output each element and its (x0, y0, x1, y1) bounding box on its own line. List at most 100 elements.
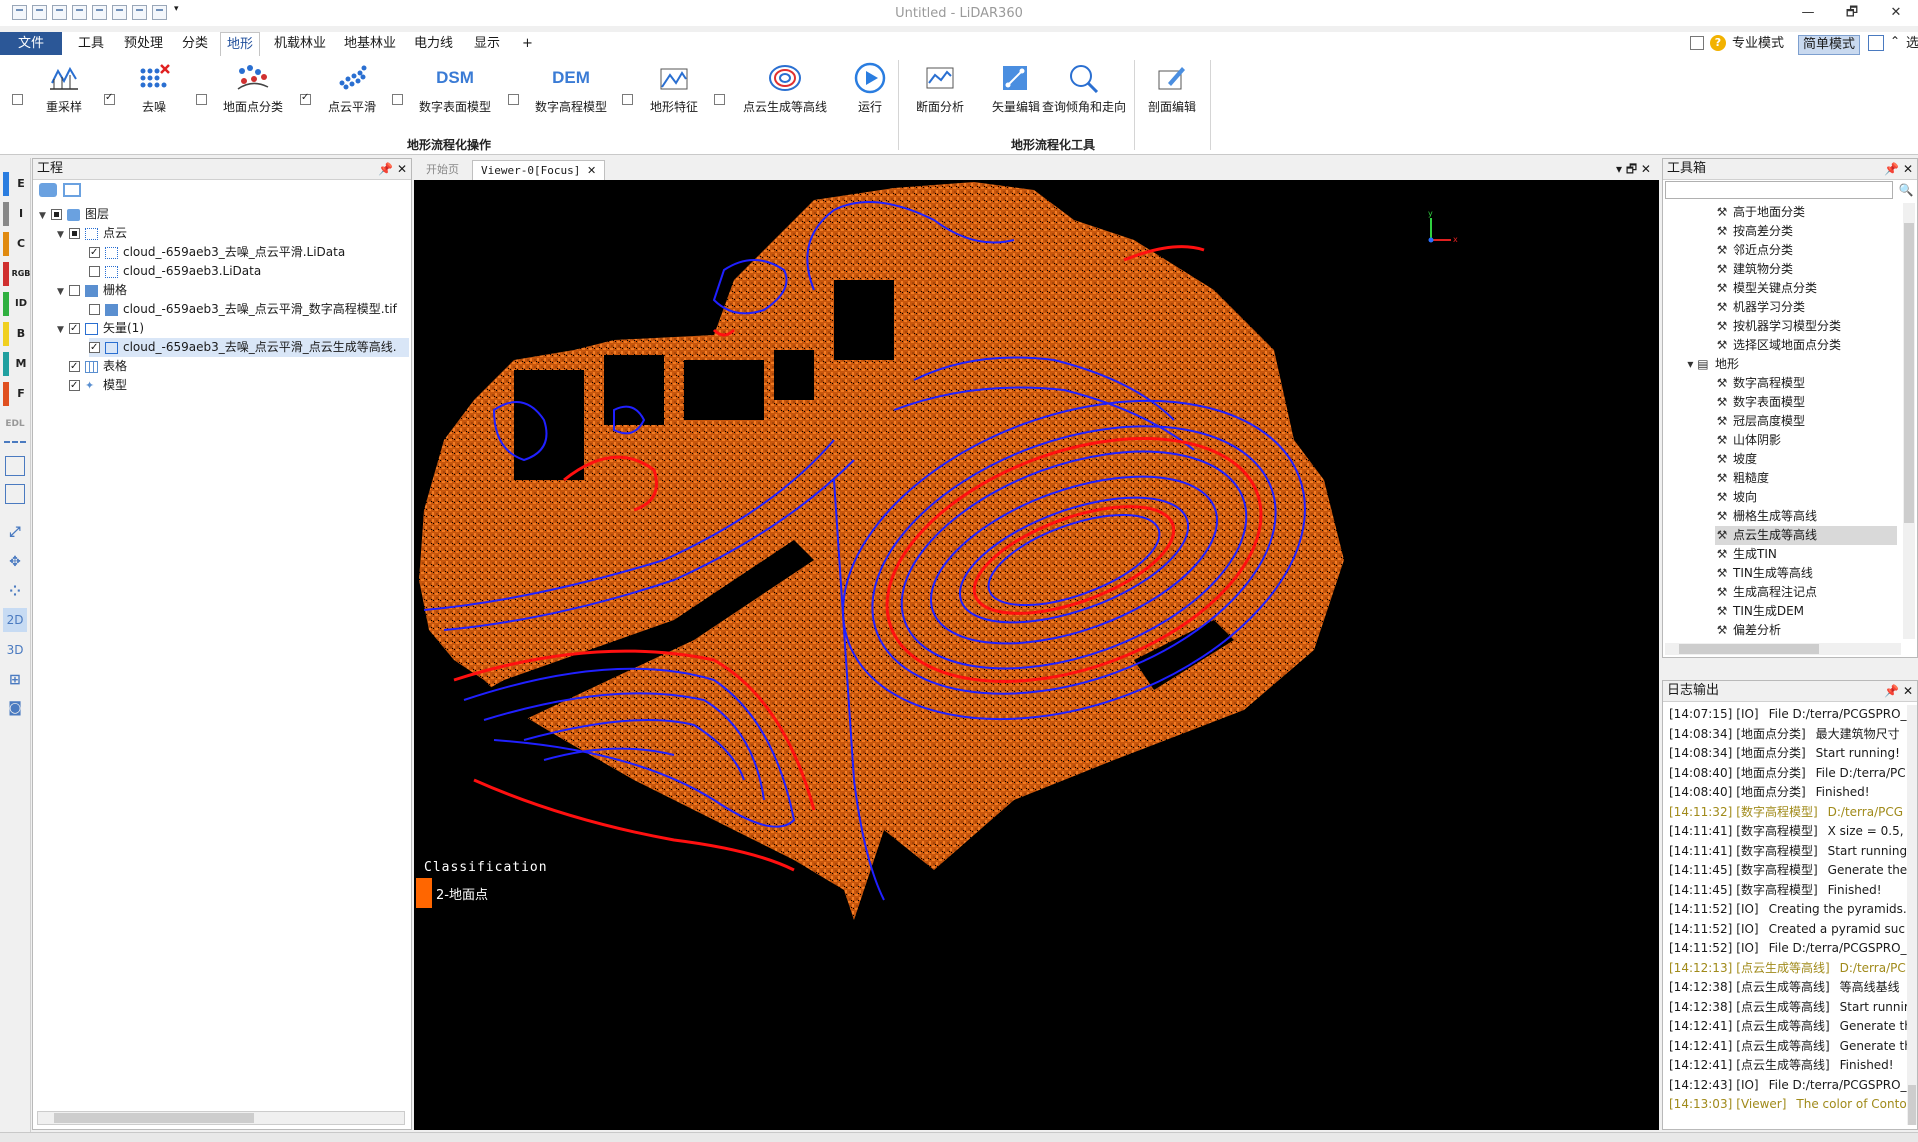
menu-preprocess[interactable]: 预处理 (118, 32, 169, 55)
denoise-button[interactable]: 去噪 (118, 62, 190, 124)
menu-powerline[interactable]: 电力线 (408, 32, 459, 55)
toolbox-item[interactable]: ⚒ 栅格生成等高线 (1715, 507, 1817, 526)
tree-row-raster[interactable]: ▼ 栅格 (57, 281, 127, 300)
cube-view-icon[interactable] (5, 456, 25, 476)
tab-start-page[interactable]: 开始页 (418, 160, 467, 179)
restore-button[interactable]: 🗗 (1834, 2, 1870, 24)
scrollbar-thumb[interactable] (1679, 644, 1819, 654)
toolbox-item[interactable]: ⚒ 按高差分类 (1715, 222, 1793, 241)
toolbox-search-input[interactable] (1665, 181, 1893, 199)
toolbox-item[interactable]: ⚒ 冠层高度模型 (1715, 412, 1805, 431)
tree-row-cloud-smoothed[interactable]: cloud_-659aeb3_去噪_点云平滑.LiData (89, 243, 345, 262)
tree-row-pointcloud[interactable]: ▼ 点云 (57, 224, 127, 243)
search-icon[interactable]: 🔍 (1897, 181, 1915, 199)
toolbox-item[interactable]: ⚒ 坡向 (1715, 488, 1757, 507)
view-3d-button[interactable]: 3D (3, 638, 27, 662)
add-layer-icon[interactable] (39, 183, 57, 197)
classification-color-button[interactable]: C (3, 232, 33, 256)
tree-row-model[interactable]: ✦ 模型 (57, 376, 127, 395)
fullscreen-icon[interactable] (1868, 35, 1884, 51)
step-checkbox-dem[interactable] (508, 94, 519, 105)
pro-mode-button[interactable]: 专业模式 (1732, 35, 1784, 53)
resample-button[interactable]: 重采样 (28, 62, 100, 124)
profile-edit-button[interactable]: 剖面编辑 (1140, 62, 1204, 124)
camera-icon[interactable]: ◙ (3, 696, 27, 720)
view-2d-button[interactable]: 2D (3, 608, 27, 632)
tab-close-icon[interactable]: ✕ (587, 164, 596, 177)
toolbox-item[interactable]: ⚒ 生成高程注记点 (1715, 583, 1817, 602)
dsm-button[interactable]: DSM 数字表面模型 (406, 62, 504, 124)
toolbox-item[interactable]: ⚒ 邻近点分类 (1715, 241, 1793, 260)
scrollbar-thumb[interactable] (1908, 1085, 1916, 1125)
rgb-color-button[interactable]: RGB (3, 262, 33, 286)
tab-viewer-0[interactable]: Viewer-0[Focus] ✕ (472, 160, 606, 180)
menu-file[interactable]: 文件 (0, 32, 62, 55)
ground-classify-button[interactable]: 地面点分类 (210, 62, 296, 124)
expand-icon[interactable]: ▼ (39, 207, 51, 226)
tree-row-cloud-raw[interactable]: cloud_-659aeb3.LiData (89, 262, 261, 281)
step-checkbox-smooth[interactable] (300, 92, 311, 105)
expand-icon[interactable]: ▼ (57, 283, 69, 302)
edl-button[interactable]: EDL (3, 412, 27, 436)
window-layout-icon[interactable] (1690, 36, 1704, 50)
step-checkbox-dsm[interactable] (392, 94, 403, 105)
toolbox-item[interactable]: ⚒ 按机器学习模型分类 (1715, 317, 1841, 336)
scrollbar-thumb[interactable] (54, 1113, 254, 1123)
project-horizontal-scrollbar[interactable] (37, 1111, 405, 1125)
toolbox-item[interactable]: ⚒ 模型关键点分类 (1715, 279, 1817, 298)
query-dip-strike-button[interactable]: 查询倾角和走向 (1040, 62, 1128, 124)
menu-airborne-forestry[interactable]: 机载林业 (268, 32, 332, 55)
rotate-icon[interactable]: ✥ (3, 550, 27, 574)
point-pick-icon[interactable]: ⁘ (3, 580, 27, 604)
step-checkbox-denoise[interactable] (104, 92, 115, 105)
point-cloud-viewer[interactable]: yx Classification 2-地面点 (414, 180, 1659, 1130)
window-add-icon[interactable]: ⊞ (3, 668, 27, 692)
minimize-button[interactable]: — (1790, 2, 1826, 24)
log-scrollbar[interactable] (1907, 705, 1917, 1125)
intensity-color-button[interactable]: I (3, 202, 33, 226)
tree-checkbox[interactable] (89, 266, 100, 277)
menu-add-tab[interactable]: + (516, 32, 539, 55)
panel-pin-close-icon[interactable]: 📌 ✕ (378, 159, 407, 179)
tree-checkbox[interactable] (89, 338, 100, 357)
options-button[interactable]: 选项 (1906, 35, 1918, 53)
dem-button[interactable]: DEM 数字高程模型 (522, 62, 620, 124)
blend-color-button[interactable]: B (3, 322, 33, 346)
elevation-color-button[interactable]: E (3, 172, 33, 196)
menu-display[interactable]: 显示 (468, 32, 506, 55)
fid-color-button[interactable]: F (3, 382, 33, 406)
toolbox-item[interactable]: ⚒ 粗糙度 (1715, 469, 1769, 488)
toolbox-item[interactable]: ⚒ 建筑物分类 (1715, 260, 1793, 279)
panel-pin-close-icon[interactable]: 📌 ✕ (1884, 681, 1913, 701)
tree-checkbox[interactable] (69, 285, 80, 296)
toolbox-item[interactable]: ⚒ 偏差分析 (1715, 621, 1781, 639)
menu-terrain[interactable]: 地形 (220, 32, 261, 56)
tree-checkbox[interactable] (69, 319, 80, 338)
mixed-color-button[interactable]: M (3, 352, 33, 376)
expand-icon[interactable]: ▼ (57, 226, 69, 245)
toolbox-item[interactable]: ⚒ 生成TIN (1715, 545, 1777, 564)
tree-checkbox[interactable] (89, 243, 100, 262)
close-window-button[interactable]: ✕ (1878, 2, 1914, 24)
toolbox-item[interactable]: ⚒ TIN生成等高线 (1715, 564, 1813, 583)
toolbox-vertical-scrollbar[interactable] (1903, 203, 1915, 639)
toolbox-item[interactable]: ▾ ▤ 地形 (1685, 355, 1739, 374)
toolbox-item[interactable]: ⚒ 选择区域地面点分类 (1715, 336, 1841, 355)
tree-checkbox[interactable] (51, 209, 62, 220)
toolbox-item[interactable]: ⚒ 山体阴影 (1715, 431, 1781, 450)
menu-classify[interactable]: 分类 (176, 32, 214, 55)
toolbox-item[interactable]: ⚒ 数字表面模型 (1715, 393, 1805, 412)
toolbox-item[interactable]: ⚒ 机器学习分类 (1715, 298, 1805, 317)
zoom-extent-icon[interactable]: ⤢ (3, 520, 27, 544)
section-analysis-button[interactable]: 断面分析 (904, 62, 976, 124)
layer-manage-icon[interactable] (63, 183, 81, 197)
tree-row-contour-vector[interactable]: cloud_-659aeb3_去噪_点云平滑_点云生成等高线. (89, 338, 409, 357)
run-button[interactable]: 运行 (846, 62, 894, 124)
tree-row-vector[interactable]: ▼ 矢量(1) (57, 319, 144, 338)
viewer-canvas[interactable] (414, 180, 1659, 1130)
menu-terrestrial-forestry[interactable]: 地基林业 (338, 32, 402, 55)
tree-row-table[interactable]: 表格 (57, 357, 127, 376)
step-checkbox-terrain-feature[interactable] (622, 94, 633, 105)
smooth-button[interactable]: 点云平滑 (314, 62, 390, 124)
tree-checkbox[interactable] (69, 228, 80, 239)
